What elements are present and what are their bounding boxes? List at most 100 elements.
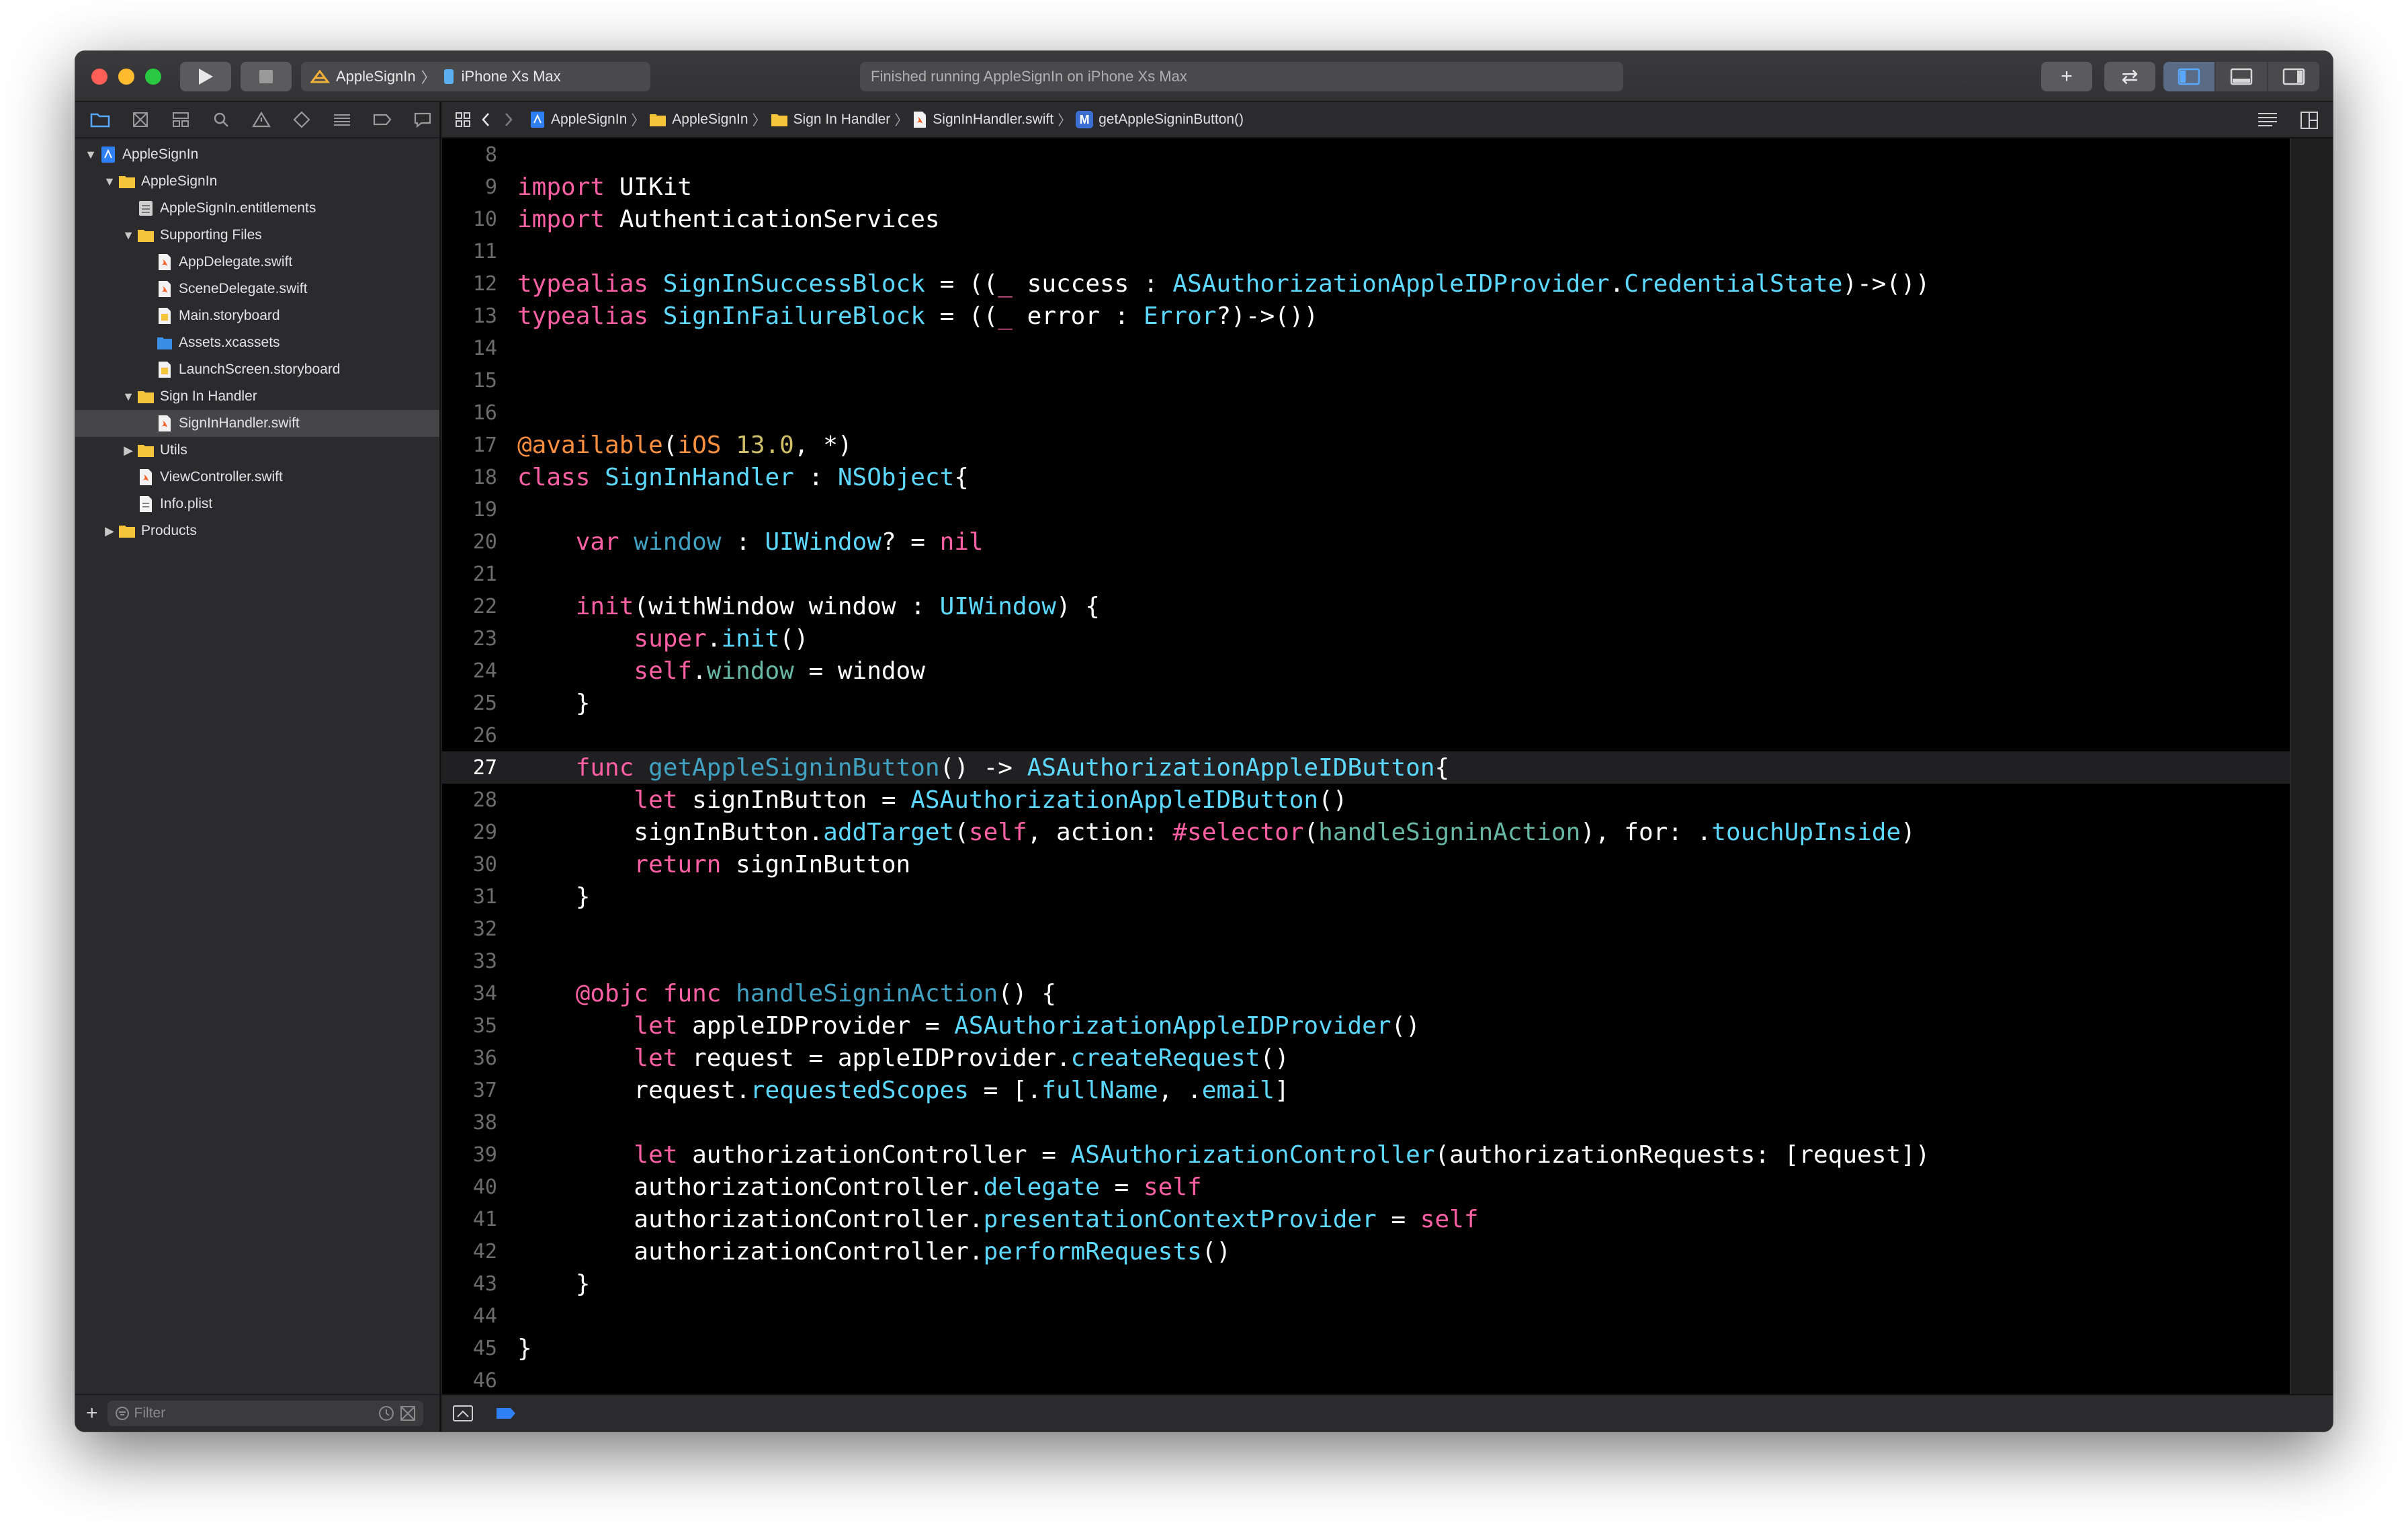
line-number[interactable]: 23	[442, 627, 517, 651]
add-file-button[interactable]: +	[86, 1402, 98, 1425]
line-number[interactable]: 27	[442, 756, 517, 780]
run-button[interactable]	[180, 62, 231, 91]
line-number[interactable]: 18	[442, 466, 517, 489]
code-line[interactable]: 45}	[442, 1332, 2290, 1364]
line-number[interactable]: 25	[442, 692, 517, 715]
issue-navigator-tab[interactable]	[246, 106, 277, 133]
disclosure-closed-icon[interactable]: ▶	[101, 524, 118, 538]
code-line[interactable]: 41 authorizationController.presentationC…	[442, 1203, 2290, 1235]
code-review-button[interactable]: ⇄	[2104, 62, 2155, 91]
code-line[interactable]: 18 class SignInHandler : NSObject{	[442, 461, 2290, 493]
line-number[interactable]: 44	[442, 1305, 517, 1328]
line-number[interactable]: 39	[442, 1143, 517, 1167]
code-line[interactable]: 34 @objc func handleSigninAction() {	[442, 977, 2290, 1009]
tree-item-supporting-files[interactable]: ▼ Supporting Files	[75, 222, 439, 249]
tree-item-sign-in-handler[interactable]: ▼ Sign In Handler	[75, 383, 439, 410]
code-line[interactable]: 9 import UIKit	[442, 171, 2290, 203]
toggle-navigator-button[interactable]	[2163, 62, 2216, 91]
minimize-window-button[interactable]	[118, 69, 134, 85]
toggle-inspector-button[interactable]	[2268, 62, 2319, 91]
line-number[interactable]: 30	[442, 853, 517, 876]
code-line[interactable]: 15	[442, 364, 2290, 397]
line-number[interactable]: 37	[442, 1079, 517, 1102]
zoom-window-button[interactable]	[145, 69, 161, 85]
code-line[interactable]: 43 }	[442, 1268, 2290, 1300]
line-number[interactable]: 42	[442, 1240, 517, 1264]
tree-item-utils[interactable]: ▶ Utils	[75, 437, 439, 464]
disclosure-open-icon[interactable]: ▼	[120, 390, 137, 404]
line-number[interactable]: 33	[442, 950, 517, 973]
find-navigator-tab[interactable]	[206, 106, 236, 133]
code-line[interactable]: 36 let request = appleIDProvider.createR…	[442, 1042, 2290, 1074]
line-number[interactable]: 40	[442, 1175, 517, 1199]
code-line[interactable]: 11	[442, 235, 2290, 267]
code-line[interactable]: 23 super.init()	[442, 622, 2290, 655]
line-number[interactable]: 24	[442, 659, 517, 683]
tree-item-main-storyboard[interactable]: Main.storyboard	[75, 302, 439, 329]
tree-item-signinhandler-swift[interactable]: SignInHandler.swift	[75, 410, 439, 437]
tree-item-info-plist[interactable]: Info.plist	[75, 491, 439, 518]
project-navigator-tab[interactable]	[85, 106, 116, 133]
line-number[interactable]: 32	[442, 917, 517, 941]
line-number[interactable]: 10	[442, 208, 517, 231]
line-number[interactable]: 9	[442, 175, 517, 199]
line-number[interactable]: 26	[442, 724, 517, 747]
disclosure-open-icon[interactable]: ▼	[120, 229, 137, 243]
line-number[interactable]: 29	[442, 821, 517, 844]
line-number[interactable]: 46	[442, 1369, 517, 1393]
code-line[interactable]: 12 typealias SignInSuccessBlock = ((_ suc…	[442, 267, 2290, 300]
symbol-navigator-tab[interactable]	[165, 106, 196, 133]
breadcrumb-item[interactable]: MgetAppleSigninButton()	[1076, 111, 1244, 128]
code-line[interactable]: 21	[442, 558, 2290, 590]
tree-item-scenedelegate-swift[interactable]: SceneDelegate.swift	[75, 276, 439, 302]
disclosure-open-icon[interactable]: ▼	[101, 175, 118, 189]
forward-chevron-icon[interactable]	[497, 111, 520, 128]
code-line[interactable]: 24 self.window = window	[442, 655, 2290, 687]
related-items-icon[interactable]	[452, 111, 474, 128]
tree-item-viewcontroller-swift[interactable]: ViewController.swift	[75, 464, 439, 491]
tree-item-appdelegate-swift[interactable]: AppDelegate.swift	[75, 249, 439, 276]
line-number[interactable]: 22	[442, 595, 517, 618]
line-number[interactable]: 13	[442, 304, 517, 328]
code-line[interactable]: 33	[442, 945, 2290, 977]
add-editor-icon[interactable]	[2299, 110, 2319, 130]
code-line[interactable]: 22 init(withWindow window : UIWindow) {	[442, 590, 2290, 622]
line-number[interactable]: 19	[442, 498, 517, 522]
tree-item-applesignin[interactable]: ▼ AppleSignIn	[75, 168, 439, 195]
line-number[interactable]: 21	[442, 563, 517, 586]
code-line[interactable]: 14	[442, 332, 2290, 364]
editor-options-icon[interactable]	[2256, 110, 2279, 129]
line-number[interactable]: 15	[442, 369, 517, 392]
code-line[interactable]: 26	[442, 719, 2290, 751]
line-number[interactable]: 41	[442, 1208, 517, 1231]
code-line[interactable]: 17 @available(iOS 13.0, *)	[442, 429, 2290, 461]
line-number[interactable]: 14	[442, 337, 517, 360]
code-line[interactable]: 20 var window : UIWindow? = nil	[442, 526, 2290, 558]
code-line[interactable]: 42 authorizationController.performReques…	[442, 1235, 2290, 1268]
line-number[interactable]: 11	[442, 240, 517, 263]
line-number[interactable]: 38	[442, 1111, 517, 1134]
breadcrumb-item[interactable]: AppleSignIn 〉	[649, 110, 770, 130]
tree-item-products[interactable]: ▶ Products	[75, 518, 439, 544]
recent-files-icon[interactable]	[378, 1405, 395, 1422]
code-line[interactable]: 40 authorizationController.delegate = se…	[442, 1171, 2290, 1203]
breakpoints-toggle-icon[interactable]	[494, 1405, 517, 1421]
stop-button[interactable]	[241, 62, 292, 91]
line-number[interactable]: 28	[442, 788, 517, 812]
code-line[interactable]: 46	[442, 1364, 2290, 1394]
code-line[interactable]: 8	[442, 138, 2290, 171]
line-number[interactable]: 35	[442, 1014, 517, 1038]
tree-item-assets-xcassets[interactable]: Assets.xcassets	[75, 329, 439, 356]
source-editor[interactable]: 8 9 import UIKit 10 import AuthenticationSer…	[442, 138, 2333, 1394]
disclosure-closed-icon[interactable]: ▶	[120, 444, 137, 458]
code-line[interactable]: 37 request.requestedScopes = [.fullName,…	[442, 1074, 2290, 1106]
code-line[interactable]: 35 let appleIDProvider = ASAuthorization…	[442, 1009, 2290, 1042]
line-number[interactable]: 45	[442, 1337, 517, 1360]
code-line[interactable]: 29 signInButton.addTarget(self, action: …	[442, 816, 2290, 848]
code-line[interactable]: 13 typealias SignInFailureBlock = ((_ err…	[442, 300, 2290, 332]
breadcrumb-item[interactable]: Sign In Handler 〉	[771, 110, 913, 130]
close-window-button[interactable]	[91, 69, 108, 85]
line-number[interactable]: 8	[442, 143, 517, 167]
tree-item-applesignin-entitlements[interactable]: AppleSignIn.entitlements	[75, 195, 439, 222]
code-line[interactable]: 28 let signInButton = ASAuthorizationApp…	[442, 784, 2290, 816]
